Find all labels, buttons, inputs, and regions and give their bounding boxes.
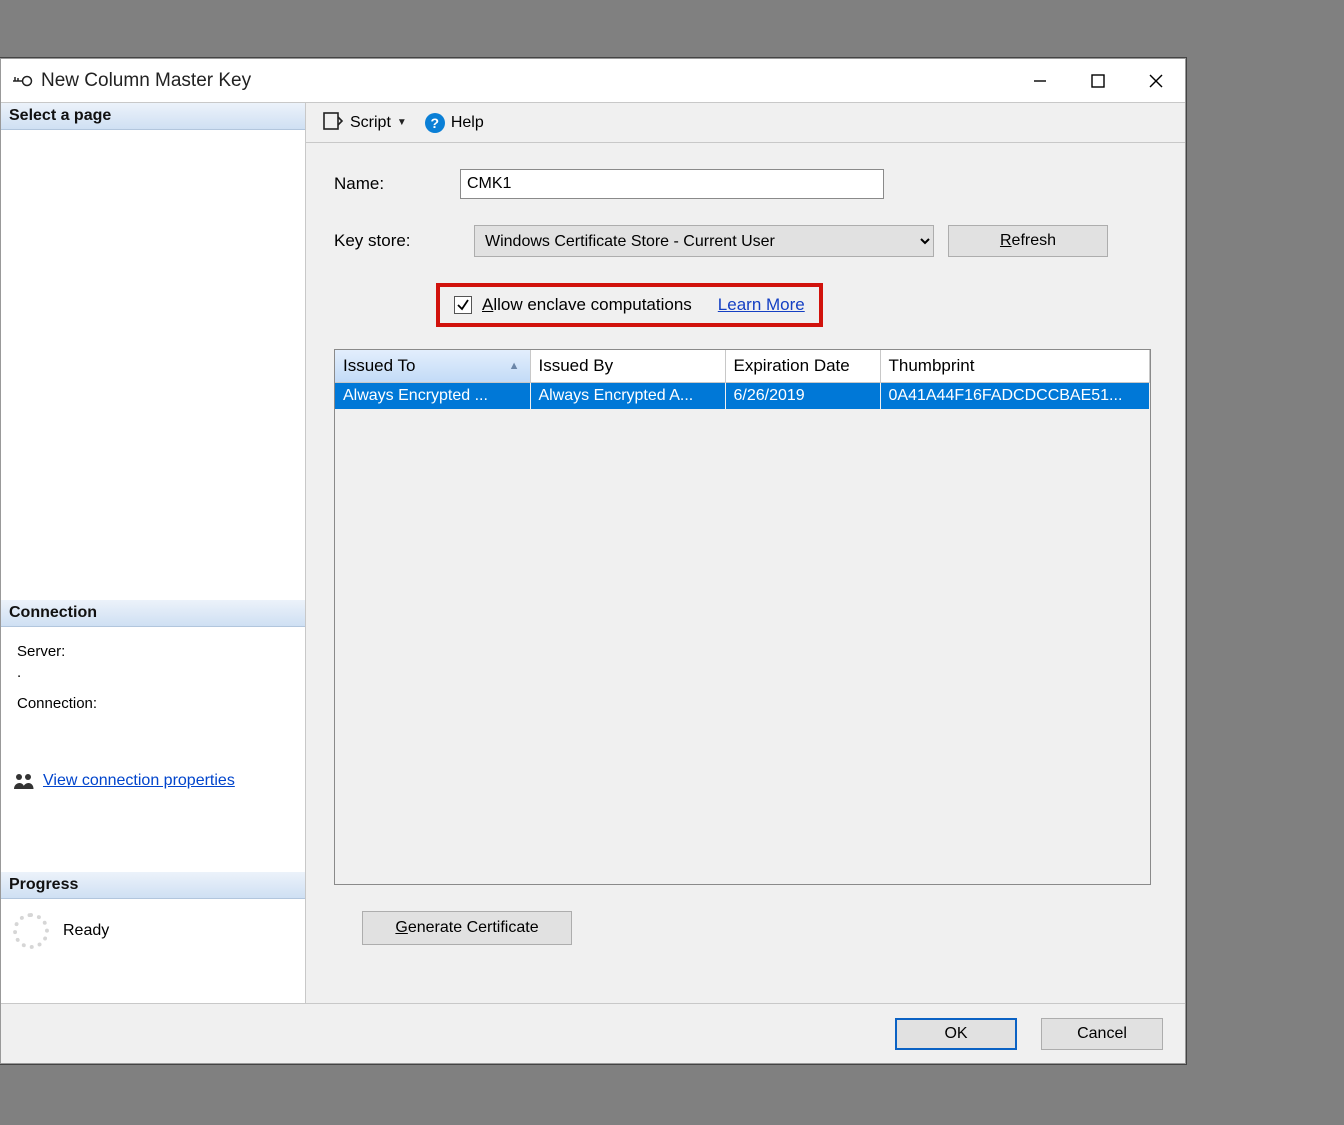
cell-issued-to: Always Encrypted ... [335, 383, 530, 410]
cell-thumbprint: 0A41A44F16FADCDCCBAE51... [880, 383, 1150, 410]
cell-expiration: 6/26/2019 [725, 383, 880, 410]
left-panel: Select a page Connection Server: . Conne… [1, 103, 306, 1003]
certificate-grid[interactable]: Issued To▲ Issued By Expiration Date Thu… [334, 349, 1151, 885]
col-thumbprint[interactable]: Thumbprint [880, 350, 1150, 383]
dialog-footer: OK Cancel [1, 1003, 1185, 1063]
connection-header: Connection [1, 600, 305, 627]
connection-label: Connection: [17, 695, 289, 712]
col-issued-by[interactable]: Issued By [530, 350, 725, 383]
learn-more-link[interactable]: Learn More [718, 295, 805, 315]
chevron-down-icon: ▼ [397, 117, 407, 128]
name-label: Name: [334, 174, 460, 194]
script-label: Script [350, 114, 391, 132]
sort-asc-icon: ▲ [509, 360, 520, 372]
key-icon [13, 74, 33, 88]
right-panel: Script ▼ ? Help Name: Key store: Windows… [306, 103, 1185, 1003]
col-issued-to[interactable]: Issued To▲ [335, 350, 530, 383]
maximize-button[interactable] [1069, 59, 1127, 102]
generate-certificate-button[interactable]: Generate Certificate [362, 911, 572, 945]
table-row[interactable]: Always Encrypted ... Always Encrypted A.… [335, 383, 1150, 410]
close-button[interactable] [1127, 59, 1185, 102]
minimize-button[interactable] [1011, 59, 1069, 102]
checkbox-icon [454, 296, 472, 314]
help-label: Help [451, 114, 484, 132]
help-button[interactable]: ? Help [419, 111, 490, 135]
titlebar: New Column Master Key [1, 59, 1185, 103]
connection-info: Server: . Connection: [1, 627, 305, 736]
script-icon [322, 111, 344, 135]
spinner-icon [13, 913, 49, 949]
keystore-label: Key store: [334, 231, 460, 251]
progress-status: Ready [63, 922, 109, 940]
server-value: . [17, 664, 289, 681]
help-icon: ? [425, 113, 445, 133]
select-page-header: Select a page [1, 103, 305, 130]
window-title: New Column Master Key [41, 70, 251, 92]
progress-header: Progress [1, 872, 305, 899]
col-expiration[interactable]: Expiration Date [725, 350, 880, 383]
toolbar: Script ▼ ? Help [306, 103, 1185, 143]
cell-issued-by: Always Encrypted A... [530, 383, 725, 410]
script-dropdown[interactable]: Script ▼ [316, 109, 413, 137]
ok-button[interactable]: OK [895, 1018, 1017, 1050]
dialog-window: New Column Master Key Select a page Conn… [0, 58, 1186, 1064]
keystore-select[interactable]: Windows Certificate Store - Current User [474, 225, 934, 257]
people-icon [13, 772, 35, 790]
page-list-area [1, 130, 305, 600]
refresh-button[interactable]: Refresh [948, 225, 1108, 257]
enclave-highlight: Allow enclave computations Learn More [436, 283, 823, 327]
server-label: Server: [17, 643, 289, 660]
view-connection-properties-link[interactable]: View connection properties [43, 772, 235, 790]
name-input[interactable] [460, 169, 884, 199]
allow-enclave-checkbox[interactable]: Allow enclave computations [454, 295, 692, 315]
cancel-button[interactable]: Cancel [1041, 1018, 1163, 1050]
